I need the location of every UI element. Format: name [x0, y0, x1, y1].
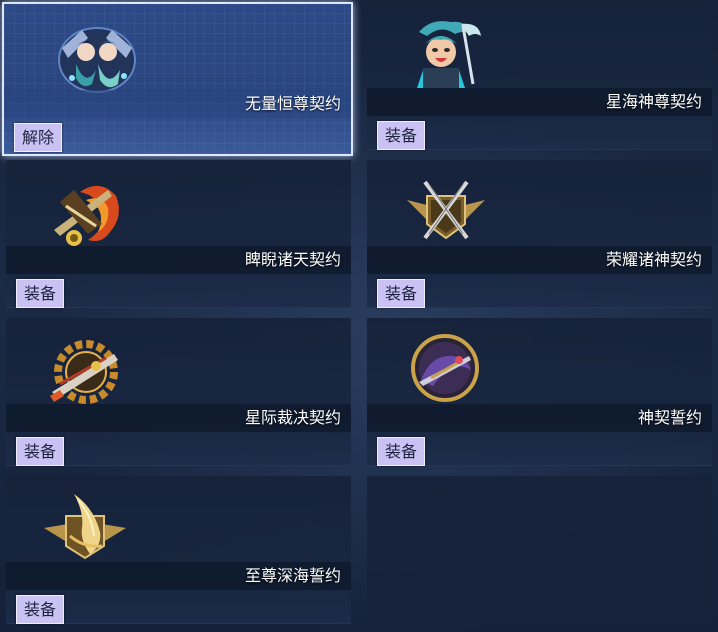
equip-button[interactable]: 装备 [16, 437, 65, 466]
crossed-swords-badge-icon [407, 180, 485, 240]
contract-card-1[interactable]: 无量恒尊契约 解除 [2, 2, 353, 156]
empty-slot [367, 476, 712, 624]
contract-title: 星际裁决契约 [244, 408, 341, 427]
contract-card-2[interactable]: 星海神尊契约 装备 [367, 2, 712, 150]
contract-card-5[interactable]: 星际裁决契约 装备 [6, 318, 351, 466]
contract-title: 无量恒尊契约 [244, 94, 341, 113]
unequip-button[interactable]: 解除 [14, 123, 63, 152]
contract-card-4[interactable]: 荣耀诸神契约 装备 [367, 160, 712, 308]
contract-title: 星海神尊契约 [605, 92, 702, 111]
contract-card-6[interactable]: 神契誓约 装备 [367, 318, 712, 466]
round-dragon-emblem-icon [411, 334, 479, 402]
golden-shell-badge-icon [44, 494, 126, 560]
flaming-weapon-emblem-icon [54, 185, 119, 246]
contract-title: 睥睨诸天契约 [244, 250, 341, 269]
equip-button[interactable]: 装备 [377, 437, 426, 466]
gear-cannon-emblem-icon [50, 340, 118, 404]
contract-title: 至尊深海誓约 [244, 566, 341, 585]
contract-title: 神契誓约 [637, 408, 702, 427]
contract-card-7[interactable]: 至尊深海誓约 装备 [6, 476, 351, 624]
dragon-hero-portrait-icon [417, 21, 481, 88]
equip-button[interactable]: 装备 [377, 279, 426, 308]
contract-title: 荣耀诸神契约 [605, 250, 702, 269]
equip-button[interactable]: 装备 [16, 279, 65, 308]
contract-grid: 无量恒尊契约 解除 星海神尊契约 装备 睥睨诸天契约 装备 荣耀诸神契约 装备 … [0, 0, 718, 632]
contract-card-3[interactable]: 睥睨诸天契约 装备 [6, 160, 351, 308]
equip-button[interactable]: 装备 [377, 121, 426, 150]
equip-button[interactable]: 装备 [16, 595, 65, 624]
twin-heroes-emblem-icon [58, 27, 136, 93]
